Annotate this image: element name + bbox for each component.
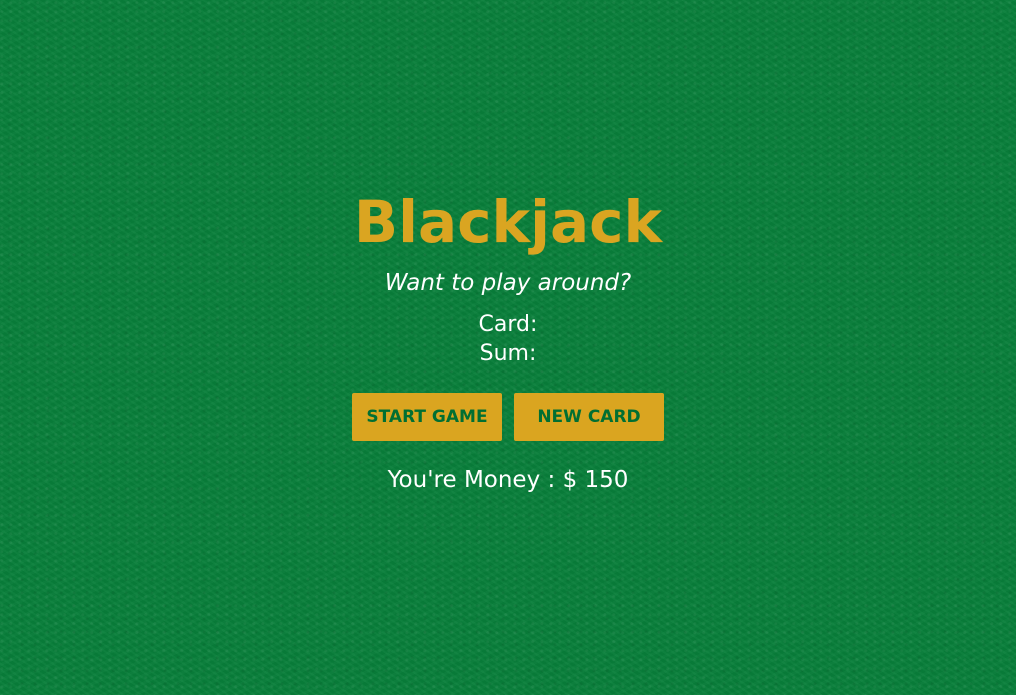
sum-row: Sum: [0,339,1016,368]
new-card-button[interactable]: NEW CARD [514,393,664,441]
player-money: You're Money : $ 150 [387,467,629,493]
start-game-button[interactable]: START GAME [352,393,502,441]
game-title: Blackjack [353,188,663,256]
cards-label: Card: [478,312,538,337]
sum-label: Sum: [479,341,537,366]
game-message: Want to play around? [384,270,632,296]
button-group: START GAME NEW CARD [0,393,1016,441]
cards-row: Card: [0,310,1016,339]
